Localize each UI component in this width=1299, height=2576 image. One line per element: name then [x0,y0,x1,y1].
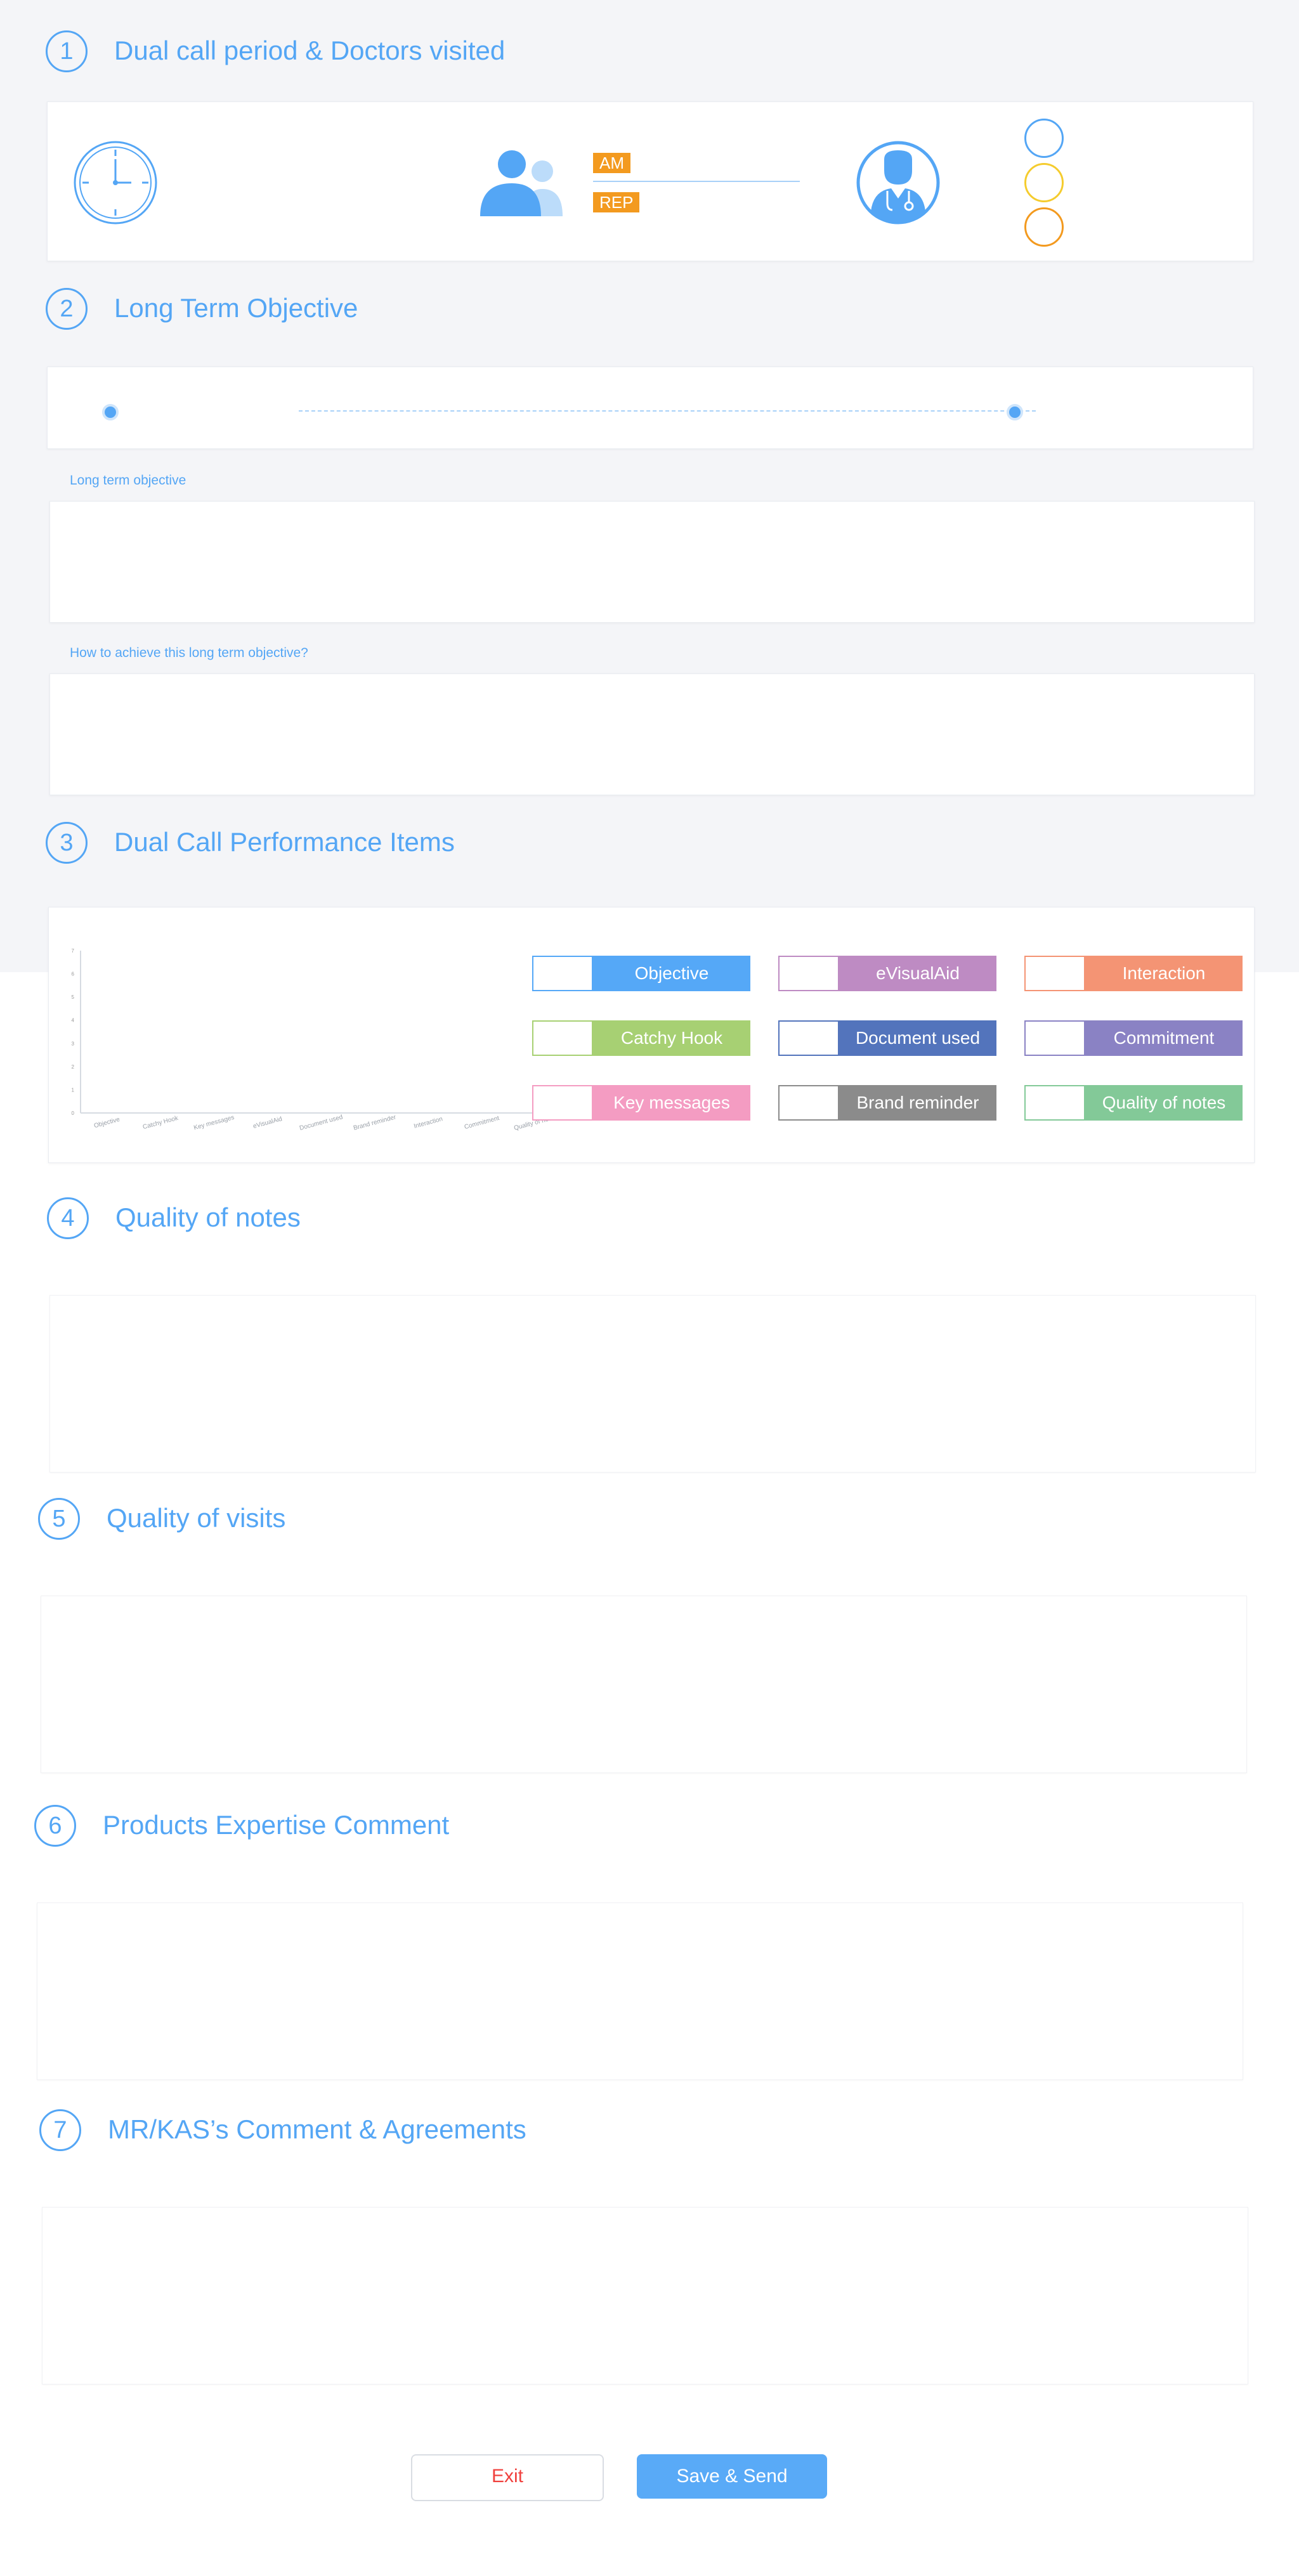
y-tick-label: 0 [72,1110,75,1116]
legend-item[interactable]: Catchy Hook [532,1020,750,1056]
timeline-start-dot[interactable] [102,404,119,420]
legend-item[interactable]: Brand reminder [778,1085,996,1121]
x-tick-label: Document used [299,1114,344,1132]
y-tick-label: 7 [72,948,75,954]
quality-of-visits-textarea[interactable] [41,1596,1247,1773]
x-tick-label: Key messages [193,1114,235,1132]
section-number: 1 [46,30,88,72]
legend-score-box[interactable] [1024,956,1085,991]
section-number: 6 [34,1805,76,1847]
dual-call-card: AM REP [47,101,1253,261]
x-tick-label: Catchy Hook [142,1115,180,1131]
legend-item[interactable]: eVisualAid [778,956,996,991]
x-tick-label: Brand reminder [353,1114,397,1132]
section-title: Quality of notes [115,1202,301,1232]
objective-timeline-card [47,367,1253,449]
legend-item[interactable]: Document used [778,1020,996,1056]
section-number: 5 [38,1498,80,1540]
section-title: Dual call period & Doctors visited [114,36,506,65]
legend-item[interactable]: Quality of notes [1024,1085,1243,1121]
section-title: Quality of visits [107,1503,286,1533]
timeline-line [299,410,1036,412]
legend-item[interactable]: Key messages [532,1085,750,1121]
y-tick-label: 2 [72,1064,75,1070]
section-title: Dual Call Performance Items [114,827,455,857]
legend-score-box[interactable] [1024,1020,1085,1056]
section-title: Products Expertise Comment [103,1810,450,1840]
legend-score-box[interactable] [532,1085,593,1121]
achieve-objective-textarea[interactable] [49,673,1255,795]
legend-score-box[interactable] [532,956,593,991]
x-tick-label: Commitment [464,1115,500,1131]
legend-label: Catchy Hook [593,1020,750,1056]
legend-score-box[interactable] [532,1020,593,1056]
section-number: 2 [46,288,88,330]
y-tick-label: 1 [72,1087,75,1093]
status-circle-yellow[interactable] [1024,163,1064,202]
legend-label: Quality of notes [1085,1085,1243,1121]
performance-card: 0 1 2 3 4 5 6 7 Objective Catchy Hook Key messages… [48,907,1255,1163]
legend-label: Key messages [593,1085,750,1121]
legend-label: Commitment [1085,1020,1243,1056]
doctor-icon[interactable] [856,140,941,225]
legend-label: eVisualAid [839,956,996,991]
y-tick-label: 6 [72,972,75,977]
y-tick-label: 5 [72,994,75,1000]
legend-item[interactable]: Objective [532,956,750,991]
badge-divider [593,181,800,182]
legend-label: Interaction [1085,956,1243,991]
exit-button[interactable]: Exit [411,2454,604,2501]
legend-label: Brand reminder [839,1085,996,1121]
y-tick-label: 4 [72,1018,75,1024]
status-circle-blue[interactable] [1024,119,1064,158]
legend-score-box[interactable] [778,956,839,991]
comment-agreements-textarea[interactable] [42,2207,1248,2384]
achieve-objective-label: How to achieve this long term objective? [70,646,308,660]
rep-badge: REP [593,192,640,212]
legend-score-box[interactable] [778,1085,839,1121]
section-number: 7 [39,2109,81,2151]
section-number: 4 [47,1197,89,1239]
quality-of-notes-textarea[interactable] [49,1295,1256,1473]
y-tick-label: 3 [72,1041,75,1046]
legend-label: Objective [593,956,750,991]
legend-score-box[interactable] [1024,1085,1085,1121]
users-icon [480,150,563,216]
x-tick-label: Objective [93,1116,121,1130]
legend-label: Document used [839,1020,996,1056]
long-term-objective-label: Long term objective [70,473,186,488]
long-term-objective-textarea[interactable] [49,501,1255,623]
section-title: Long Term Objective [114,293,358,323]
legend-item[interactable]: Commitment [1024,1020,1243,1056]
status-circle-orange[interactable] [1024,207,1064,247]
legend-item[interactable]: Interaction [1024,956,1243,991]
am-badge: AM [593,153,630,173]
save-send-button[interactable]: Save & Send [637,2454,827,2499]
products-expertise-textarea[interactable] [37,1903,1243,2080]
clock-icon[interactable] [73,140,158,225]
x-tick-label: Interaction [413,1116,443,1130]
x-tick-label: eVisualAid [252,1116,283,1130]
timeline-end-dot[interactable] [1007,404,1023,420]
section-title: MR/KAS’s Comment & Agreements [108,2114,526,2144]
performance-bar-chart: 0 1 2 3 4 5 6 7 Objective Catchy Hook Key messages… [72,948,563,1132]
section-number: 3 [46,822,88,864]
legend-score-box[interactable] [778,1020,839,1056]
